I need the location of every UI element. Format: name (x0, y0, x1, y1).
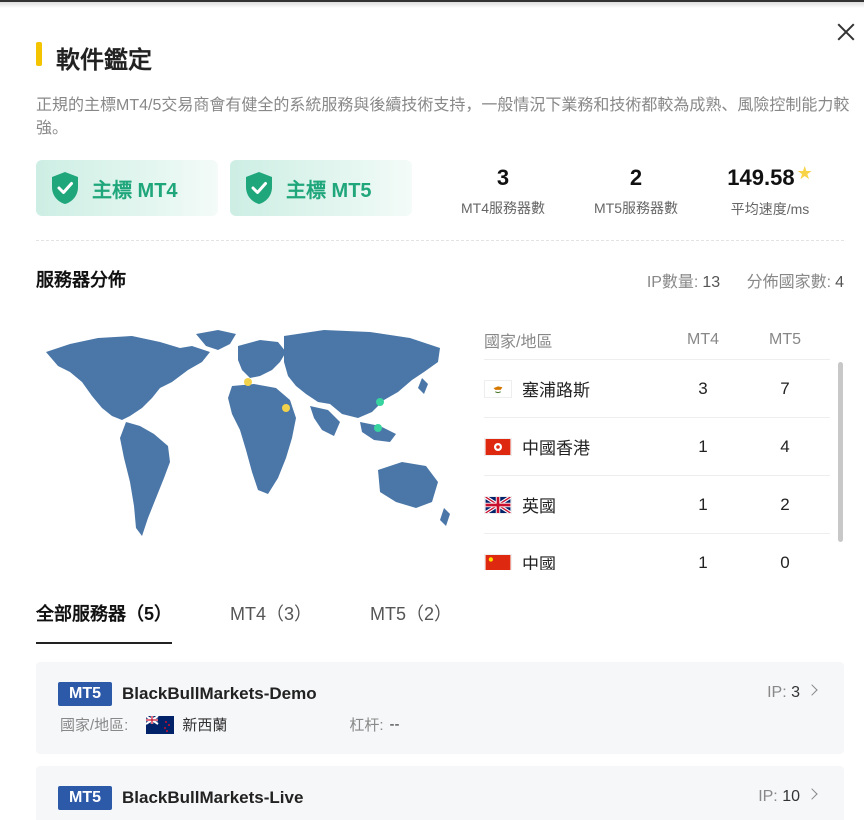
stat-value: 149.58 (727, 165, 795, 190)
newzealand-flag-icon (146, 715, 175, 734)
stat-label: 平均速度/ms (730, 201, 810, 217)
country-name: 中國香港 (522, 439, 590, 458)
mt4-count: 1 (698, 552, 708, 571)
table-scrollbar[interactable] (838, 362, 843, 542)
tab-mt4[interactable]: MT4（3） (230, 600, 312, 644)
mt4-badge: 主標 MT4 (36, 160, 218, 216)
stat-value: 3 (496, 165, 510, 190)
server-tabs: 全部服務器（5） MT4（3） MT5（2） (36, 600, 510, 644)
server-ip: IP: 10 (758, 788, 800, 806)
server-name: BlackBullMarkets-Demo (122, 684, 317, 703)
world-map (46, 330, 450, 536)
ip-summary: IP數量: 13 分佈國家數: 4 (647, 268, 844, 292)
table-row: 中國香港 1 4 (484, 418, 830, 476)
column-country: 國家/地區 (484, 333, 553, 351)
page-title: 軟件鑑定 (56, 47, 152, 74)
mt5-count: 0 (780, 552, 790, 571)
chevron-right-icon[interactable] (806, 684, 818, 696)
table-row: 塞浦路斯 3 7 (484, 360, 830, 418)
divider (36, 240, 844, 241)
table-header: 國家/地區 MT4 MT5 (484, 320, 830, 360)
server-card[interactable]: MT5 BlackBullMarkets-Live IP: 10 (36, 766, 844, 820)
mt4-count: 3 (698, 378, 708, 398)
ip-label: IP: (767, 684, 787, 701)
star-icon: ★ (796, 163, 813, 183)
table-row: 中國 1 0 (484, 534, 830, 570)
server-ip: IP: 3 (767, 684, 800, 702)
country-count-value: 4 (835, 274, 844, 291)
ip-label: IP: (758, 788, 778, 805)
country-name: 英國 (522, 497, 556, 516)
server-card[interactable]: MT5 BlackBullMarkets-Demo IP: 3 國家/地區: 新… (36, 662, 844, 754)
tab-all-servers[interactable]: 全部服務器（5） (36, 600, 173, 644)
uk-flag-icon (484, 495, 512, 514)
stat-label: MT4服務器數 (461, 200, 545, 216)
stat-average-speed: 149.58 ★ 平均速度/ms (718, 163, 822, 219)
chevron-right-icon[interactable] (806, 788, 818, 800)
china-flag-icon (484, 553, 512, 570)
shield-check-icon (52, 172, 78, 204)
stat-mt5-servers: 2 MT5服務器數 (585, 164, 687, 218)
ip-value: 3 (791, 684, 800, 701)
title-accent-bar (36, 42, 42, 66)
cyprus-flag-icon (484, 379, 512, 398)
section-title: 服務器分佈 (36, 270, 126, 290)
leverage-value: -- (389, 716, 400, 733)
ip-value: 10 (782, 788, 800, 805)
column-mt5: MT5 (769, 330, 801, 348)
shield-check-icon (246, 172, 272, 204)
mt5-count: 4 (780, 436, 790, 456)
mt5-badge-label: 主標 MT5 (286, 179, 372, 202)
country-name: 塞浦路斯 (522, 381, 590, 400)
server-meta: 國家/地區: 新西蘭 杠杆: -- (60, 714, 400, 735)
server-name: BlackBullMarkets-Live (122, 788, 304, 807)
column-mt4: MT4 (687, 330, 719, 348)
country-name: 中國 (522, 555, 556, 570)
server-type-tag: MT5 (58, 786, 112, 810)
stat-label: MT5服務器數 (594, 200, 678, 216)
window-shadow (0, 2, 864, 8)
table-row: 英國 1 2 (484, 476, 830, 534)
country-table: 國家/地區 MT4 MT5 塞浦路斯 3 7 中國香港 1 4 英國 1 2 中… (484, 320, 830, 570)
mt5-count: 2 (780, 494, 790, 514)
mt4-badge-label: 主標 MT4 (92, 179, 178, 202)
ip-count-label: IP數量: (646, 274, 699, 291)
country-value: 新西蘭 (182, 717, 228, 734)
country-count-label: 分佈國家數: (746, 274, 832, 291)
description-text: 正規的主標MT4/5交易商會有健全的系統服務與後續技術支持，一般情況下業務和技術… (36, 97, 850, 137)
server-type-tag: MT5 (58, 682, 112, 706)
country-label: 國家/地區: (60, 717, 129, 734)
tab-mt5[interactable]: MT5（2） (370, 600, 452, 644)
close-icon[interactable] (834, 20, 858, 44)
leverage-label: 杠杆: (349, 717, 384, 734)
mt4-count: 1 (698, 494, 708, 514)
stat-mt4-servers: 3 MT4服務器數 (453, 164, 553, 218)
mt4-count: 1 (698, 436, 708, 456)
mt5-badge: 主標 MT5 (230, 160, 412, 216)
ip-count-value: 13 (702, 274, 721, 291)
stat-value: 2 (629, 165, 643, 190)
mt5-count: 7 (780, 378, 790, 398)
hongkong-flag-icon (484, 437, 512, 456)
